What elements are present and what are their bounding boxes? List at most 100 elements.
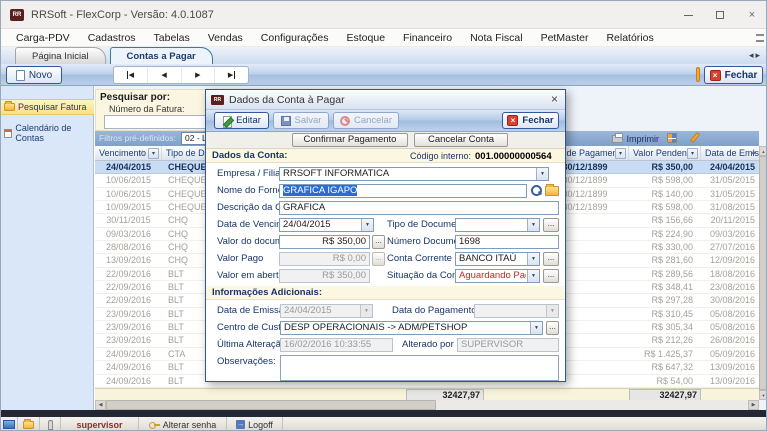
- sidebar-item-label: Pesquisar Fatura: [18, 102, 87, 112]
- menu-tabelas[interactable]: Tabelas: [145, 29, 199, 47]
- record-navigator: ◀ ◀ ▶ ▶: [113, 66, 249, 84]
- scroll-up-icon[interactable]: ▲: [759, 146, 767, 156]
- menu-cadastros[interactable]: Cadastros: [79, 29, 145, 47]
- chevron-down-icon[interactable]: ▼: [361, 219, 373, 231]
- novo-button[interactable]: Novo: [6, 66, 62, 84]
- menu-overflow-icon[interactable]: [756, 34, 764, 42]
- tipo-documento-combobox[interactable]: ▼: [455, 218, 540, 232]
- conta-corrente-combobox[interactable]: BANCO ITAÚ ▼: [455, 252, 540, 266]
- chevron-down-icon[interactable]: ▼: [530, 322, 542, 334]
- column-header-data-emissao[interactable]: Data de Emissão ▲: [701, 146, 759, 160]
- open-folder-icon[interactable]: [545, 186, 559, 196]
- status-image-cell[interactable]: [1, 417, 18, 431]
- menu-nota-fiscal[interactable]: Nota Fiscal: [461, 29, 532, 47]
- dialog-close-button[interactable]: ×: [551, 92, 558, 106]
- fornecedor-input[interactable]: GRAFICA IGAPO: [279, 184, 527, 198]
- menu-vendas[interactable]: Vendas: [199, 29, 252, 47]
- nav-first-button[interactable]: ◀: [114, 67, 148, 83]
- menu-configuracoes[interactable]: Configurações: [252, 29, 338, 47]
- status-folder-cell[interactable]: [18, 417, 40, 431]
- horizontal-scroll-thumb[interactable]: [106, 400, 436, 410]
- new-document-icon: [16, 70, 25, 81]
- empresa-combobox[interactable]: RRSOFT INFORMATICA ▼: [279, 167, 549, 181]
- menu-relatorios[interactable]: Relatórios: [597, 29, 662, 47]
- nav-next-button[interactable]: ▶: [182, 67, 216, 83]
- tab-scroll-arrows[interactable]: ◂▸: [749, 50, 762, 61]
- chevron-down-icon[interactable]: ▼: [536, 168, 548, 180]
- chevron-down-icon[interactable]: ▼: [527, 253, 539, 265]
- vertical-scroll-thumb[interactable]: [759, 156, 767, 390]
- minimize-button[interactable]: [672, 1, 704, 29]
- logoff-icon: →: [236, 420, 245, 429]
- centro-custo-lookup-button[interactable]: ...: [546, 321, 559, 335]
- tipo-documento-lookup-button[interactable]: ...: [543, 218, 559, 232]
- logoff-button[interactable]: → Logoff: [227, 417, 283, 431]
- close-button[interactable]: ×: [736, 1, 767, 29]
- grid-layout-icon[interactable]: [667, 133, 677, 143]
- cancelar-button[interactable]: Cancelar: [333, 112, 399, 129]
- filter-dropdown-icon[interactable]: ▾: [148, 148, 159, 159]
- menu-carga-pdv[interactable]: Carga-PDV: [7, 29, 79, 47]
- centro-custo-combobox[interactable]: DESP OPERACIONAIS -> ADM/PETSHOP ▼: [280, 321, 543, 335]
- valor-documento-input[interactable]: R$ 350,00: [279, 235, 370, 249]
- situacao-conta-lookup-button[interactable]: ...: [543, 269, 559, 283]
- conta-corrente-lookup-button[interactable]: ...: [543, 252, 559, 266]
- filter-dropdown-icon[interactable]: ▾: [615, 148, 626, 159]
- menu-estoque[interactable]: Estoque: [338, 29, 395, 47]
- menu-financeiro[interactable]: Financeiro: [394, 29, 461, 47]
- nav-last-button[interactable]: ▶: [215, 67, 248, 83]
- cancelar-conta-button[interactable]: Cancelar Conta: [414, 133, 508, 147]
- fechar-dialog-label: Fechar: [522, 115, 553, 126]
- ultima-alteracao-input: 16/02/2016 10:33:55: [280, 338, 393, 352]
- cell-pend: R$ 156,66: [629, 214, 701, 226]
- confirmar-pagamento-button[interactable]: Confirmar Pagamento: [292, 133, 408, 147]
- search-icon[interactable]: [530, 184, 542, 197]
- vertical-scrollbar[interactable]: ▲ ▼: [759, 146, 767, 400]
- cell-emis: 18/08/2016: [701, 268, 759, 280]
- column-header-vencimento[interactable]: Vencimento △ ▾: [95, 146, 162, 160]
- tab-scroll-right-icon[interactable]: ▸: [755, 50, 762, 60]
- observacoes-textarea[interactable]: [280, 355, 559, 381]
- cell-pend: R$ 224,90: [629, 228, 701, 240]
- fechar-main-button[interactable]: × Fechar: [704, 66, 763, 84]
- dialog-toolbar: Editar Salvar Cancelar × Fechar: [206, 110, 565, 132]
- status-clip-cell[interactable]: [40, 417, 61, 431]
- scroll-right-icon[interactable]: ▶: [748, 400, 759, 410]
- editar-button[interactable]: Editar: [214, 112, 269, 129]
- chevron-down-icon[interactable]: ▼: [527, 270, 539, 282]
- numero-documento-input[interactable]: 1698: [455, 235, 559, 249]
- app-logo-icon: RR: [10, 9, 24, 21]
- sidebar-item-calendario-de-contas[interactable]: Calendário de Contas: [1, 125, 94, 141]
- imprimir-button[interactable]: Imprimir: [612, 131, 660, 146]
- maximize-button[interactable]: [704, 1, 736, 29]
- data-vencimento-combobox[interactable]: 24/04/2015 ▼: [279, 218, 374, 232]
- filter-dropdown-icon[interactable]: ▾: [687, 148, 698, 159]
- chevron-down-icon[interactable]: ▼: [527, 219, 539, 231]
- tab-pagina-inicial[interactable]: Página Inicial: [15, 47, 106, 64]
- descricao-input[interactable]: GRAFICA: [279, 201, 559, 215]
- valor-documento-calc-button[interactable]: ...: [372, 235, 385, 249]
- situacao-conta-combobox[interactable]: Aguardando Pagamento ▼: [455, 269, 540, 283]
- scroll-left-icon[interactable]: ◀: [95, 400, 106, 410]
- dialog-title: Dados da Conta à Pagar: [229, 90, 345, 110]
- column-header-valor-pendente[interactable]: Valor Pendente ▾: [629, 146, 701, 160]
- fatura-number-input[interactable]: [104, 115, 210, 129]
- tab-contas-a-pagar[interactable]: Contas a Pagar: [110, 47, 213, 64]
- scroll-down-icon[interactable]: ▼: [759, 390, 767, 400]
- alterar-senha-button[interactable]: Alterar senha: [139, 417, 227, 431]
- customize-pencil-icon[interactable]: [690, 132, 700, 143]
- nav-prev-button[interactable]: ◀: [148, 67, 182, 83]
- cell-pend: R$ 1.425,37: [629, 348, 701, 360]
- sidebar-item-pesquisar-fatura[interactable]: Pesquisar Fatura: [1, 99, 94, 115]
- salvar-button[interactable]: Salvar: [273, 112, 329, 129]
- section-informacoes-adicionais: Informações Adicionais:: [206, 286, 565, 300]
- cell-emis: 09/03/2016: [701, 228, 759, 240]
- data-pagamento-combobox: ▼: [474, 304, 559, 318]
- cell-pend: R$ 305,34: [629, 321, 701, 333]
- cell-venc: 23/09/2016: [95, 321, 162, 333]
- toolbar-grip[interactable]: [696, 67, 700, 82]
- horizontal-scrollbar[interactable]: ◀ ▶: [95, 400, 759, 410]
- cell-emis: 26/08/2016: [701, 334, 759, 346]
- fechar-dialog-button[interactable]: × Fechar: [502, 112, 559, 129]
- menu-petmaster[interactable]: PetMaster: [532, 29, 598, 47]
